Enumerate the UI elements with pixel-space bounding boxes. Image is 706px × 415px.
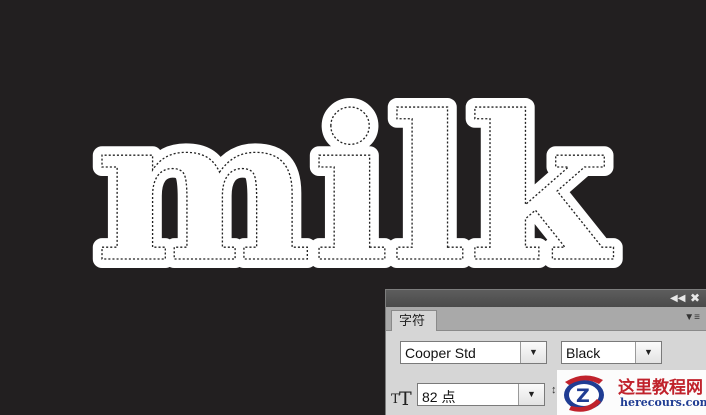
font-style-dropdown[interactable]: Black ▼ <box>561 341 662 364</box>
selection-marquee: milk <box>95 72 614 307</box>
font-size-dropdown[interactable]: 82 点 ▼ <box>417 383 545 406</box>
panel-tab-strip: 字符 ▼≡ <box>386 307 706 331</box>
font-size-icon: T T <box>391 388 412 407</box>
chevron-down-icon[interactable]: ▼ <box>520 342 546 363</box>
panel-titlebar[interactable]: ◀◀ ✖ <box>386 290 706 307</box>
watermark-text-en: herecours.com <box>620 396 706 409</box>
watermark-logo-letter: Z <box>576 385 590 407</box>
svg-text:T: T <box>399 388 412 407</box>
font-family-dropdown[interactable]: Cooper Std ▼ <box>400 341 547 364</box>
watermark: Z 这里教程网 herecours.com <box>557 370 706 415</box>
chevron-down-icon[interactable]: ▼ <box>518 384 544 405</box>
chevron-down-icon[interactable]: ▼ <box>635 342 661 363</box>
font-size-value: 82 点 <box>422 389 456 405</box>
tab-character[interactable]: 字符 <box>391 310 437 331</box>
panel-menu-icon[interactable]: ▼≡ <box>684 312 700 323</box>
close-icon[interactable]: ✖ <box>688 292 702 305</box>
watermark-logo: Z <box>564 375 604 412</box>
font-style-value: Black <box>566 345 601 361</box>
watermark-text-cn: 这里教程网 <box>618 378 703 398</box>
font-family-value: Cooper Std <box>405 345 476 361</box>
double-arrow-left-icon[interactable]: ◀◀ <box>670 292 685 305</box>
